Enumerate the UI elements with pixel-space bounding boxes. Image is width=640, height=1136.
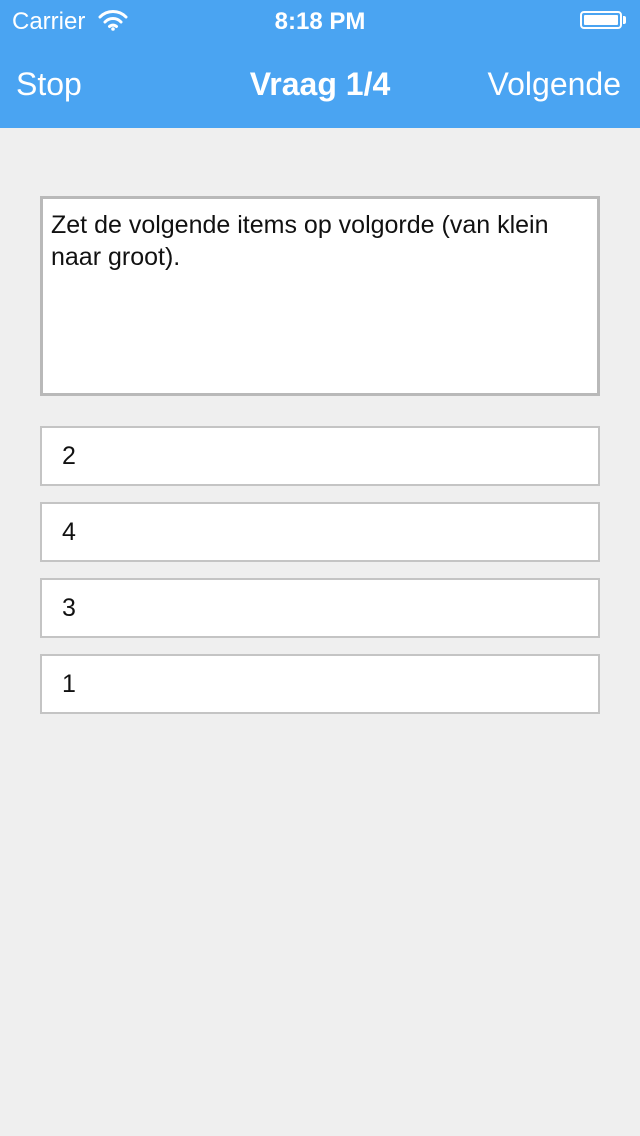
status-bar: Carrier 8:18 PM: [0, 0, 640, 40]
question-box: Zet de volgende items op volgorde (van k…: [40, 196, 600, 396]
battery-level: [584, 15, 618, 25]
status-time: 8:18 PM: [274, 8, 366, 35]
options-list: 2 4 3 1: [40, 426, 600, 730]
battery-icon: [580, 11, 622, 29]
option-item[interactable]: 4: [40, 502, 600, 562]
battery-tip: [623, 16, 626, 24]
option-item[interactable]: 3: [40, 578, 600, 638]
next-button[interactable]: Volgende: [488, 66, 621, 103]
top-bar: Carrier 8:18 PM Stop Vraag 1/4 Volgende: [0, 0, 640, 128]
option-item[interactable]: 1: [40, 654, 600, 714]
option-item[interactable]: 2: [40, 426, 600, 486]
